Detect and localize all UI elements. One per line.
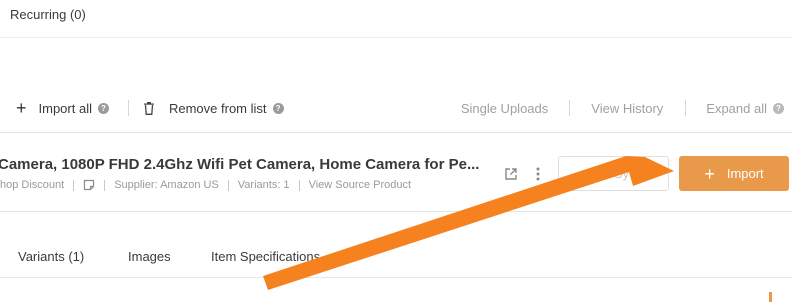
variants-count-label: Variants: 1 bbox=[237, 179, 290, 191]
sync-label: Sy bbox=[614, 166, 630, 181]
toolbar-divider bbox=[127, 100, 129, 116]
remove-from-list-label: Remove from list bbox=[168, 100, 267, 116]
remove-from-list-button[interactable]: Remove from list ? bbox=[143, 101, 284, 116]
product-row: Camera, 1080P FHD 2.4Ghz Wifi Pet Camera… bbox=[0, 132, 792, 212]
external-link-icon[interactable] bbox=[503, 166, 519, 182]
product-meta: hop Discount Supplier: Amazon US Variant… bbox=[0, 179, 411, 191]
tab-item-specifications[interactable]: Item Specifications bbox=[211, 249, 320, 264]
more-vertical-icon[interactable] bbox=[533, 166, 543, 182]
toolbar: + Import all ? Remove from list ? Single… bbox=[0, 88, 792, 128]
import-all-button[interactable]: + Import all ? bbox=[16, 99, 109, 117]
product-title[interactable]: Camera, 1080P FHD 2.4Ghz Wifi Pet Camera… bbox=[0, 156, 479, 173]
recurring-tab-bar: Recurring (0) bbox=[0, 0, 792, 38]
expand-all-label: Expand all bbox=[706, 100, 767, 116]
meta-divider bbox=[227, 179, 229, 191]
single-uploads-link[interactable]: Single Uploads bbox=[461, 101, 548, 116]
accent-marker bbox=[769, 292, 772, 302]
help-icon[interactable]: ? bbox=[773, 102, 784, 114]
supplier-label: Supplier: Amazon US bbox=[114, 179, 219, 191]
tab-images[interactable]: Images bbox=[128, 249, 171, 264]
view-history-link[interactable]: View History bbox=[591, 101, 663, 116]
import-list-page: Recurring (0) + Import all ? Remove from… bbox=[0, 0, 792, 302]
help-icon[interactable]: ? bbox=[272, 102, 284, 114]
recurring-tab[interactable]: Recurring (0) bbox=[10, 7, 86, 22]
import-all-label: Import all bbox=[38, 100, 92, 116]
import-button[interactable]: + Import bbox=[679, 156, 789, 191]
expand-all-link[interactable]: Expand all ? bbox=[706, 101, 784, 116]
plus-icon: + bbox=[704, 163, 715, 184]
plus-icon: + bbox=[16, 98, 27, 118]
trash-icon bbox=[143, 101, 155, 115]
view-source-link[interactable]: View Source Product bbox=[309, 179, 412, 191]
tab-variants[interactable]: Variants (1) bbox=[18, 249, 84, 264]
note-icon[interactable] bbox=[83, 179, 95, 191]
sync-button[interactable]: Sy bbox=[558, 156, 669, 191]
toolbar-divider bbox=[569, 100, 571, 116]
help-icon[interactable]: ? bbox=[97, 102, 109, 114]
meta-divider bbox=[298, 179, 300, 191]
shop-discount-label: hop Discount bbox=[0, 179, 65, 191]
meta-divider bbox=[104, 179, 106, 191]
view-history-label: View History bbox=[591, 100, 664, 116]
check-icon bbox=[592, 169, 604, 179]
import-label: Import bbox=[726, 166, 764, 181]
single-uploads-label: Single Uploads bbox=[460, 100, 549, 116]
product-tabs: Variants (1) Images Item Specifications bbox=[0, 240, 792, 278]
toolbar-divider bbox=[685, 100, 687, 116]
meta-divider bbox=[73, 179, 75, 191]
